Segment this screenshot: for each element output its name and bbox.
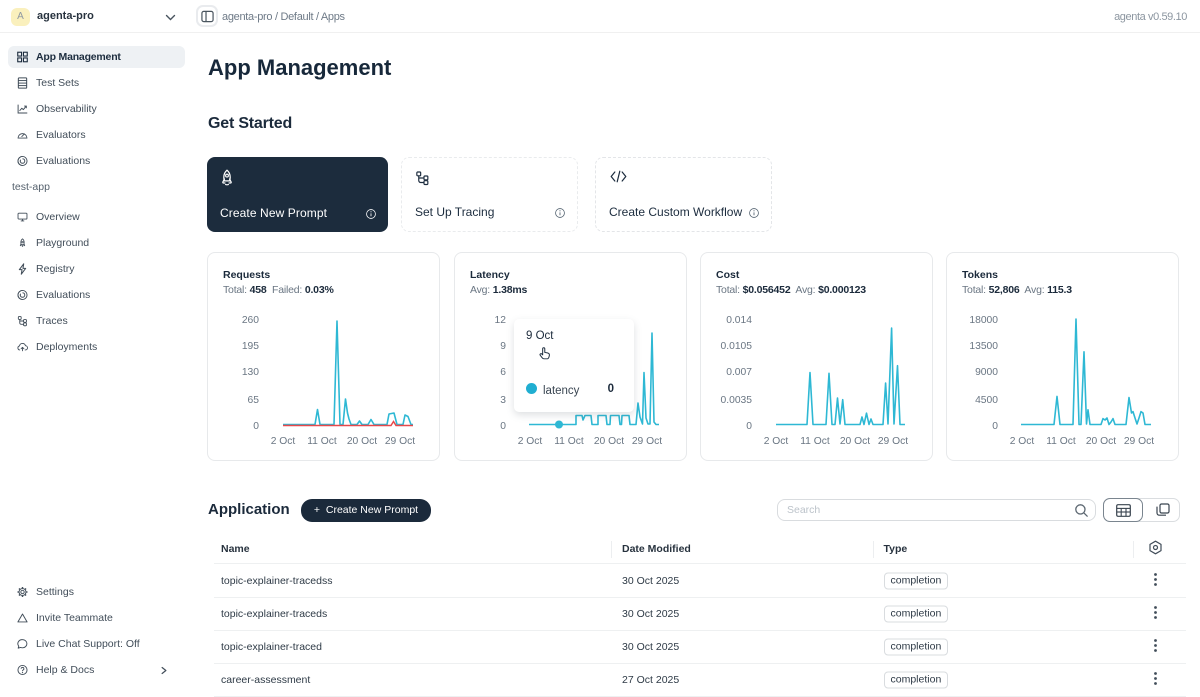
svg-text:0.0035: 0.0035: [721, 395, 753, 406]
svg-text:2 Oct: 2 Oct: [518, 436, 543, 447]
svg-text:0: 0: [500, 421, 506, 432]
svg-text:9000: 9000: [975, 367, 998, 378]
svg-text:0: 0: [746, 421, 752, 432]
svg-text:3: 3: [500, 395, 506, 406]
svg-text:18000: 18000: [969, 315, 998, 326]
svg-text:11 Oct: 11 Oct: [307, 436, 337, 447]
svg-text:65: 65: [248, 395, 260, 406]
svg-text:29 Oct: 29 Oct: [632, 436, 662, 447]
svg-text:0.014: 0.014: [726, 315, 752, 326]
svg-text:2 Oct: 2 Oct: [1010, 436, 1035, 447]
svg-text:2 Oct: 2 Oct: [271, 436, 296, 447]
svg-text:2 Oct: 2 Oct: [764, 436, 789, 447]
svg-text:0: 0: [253, 421, 259, 432]
svg-text:11 Oct: 11 Oct: [1046, 436, 1076, 447]
svg-text:11 Oct: 11 Oct: [554, 436, 584, 447]
svg-text:6: 6: [500, 367, 506, 378]
svg-text:13500: 13500: [969, 341, 998, 352]
svg-text:130: 130: [242, 367, 259, 378]
svg-text:12: 12: [495, 315, 507, 326]
svg-text:29 Oct: 29 Oct: [1124, 436, 1154, 447]
svg-text:20 Oct: 20 Oct: [594, 436, 624, 447]
svg-text:0: 0: [992, 421, 998, 432]
svg-text:20 Oct: 20 Oct: [347, 436, 377, 447]
svg-text:0.007: 0.007: [726, 367, 752, 378]
svg-text:195: 195: [242, 341, 259, 352]
svg-text:20 Oct: 20 Oct: [1086, 436, 1116, 447]
svg-text:0.0105: 0.0105: [721, 341, 753, 352]
svg-text:29 Oct: 29 Oct: [878, 436, 908, 447]
svg-text:20 Oct: 20 Oct: [840, 436, 870, 447]
svg-text:9: 9: [500, 341, 506, 352]
svg-text:4500: 4500: [975, 395, 998, 406]
svg-text:29 Oct: 29 Oct: [385, 436, 415, 447]
svg-text:260: 260: [242, 315, 259, 326]
svg-text:11 Oct: 11 Oct: [800, 436, 830, 447]
